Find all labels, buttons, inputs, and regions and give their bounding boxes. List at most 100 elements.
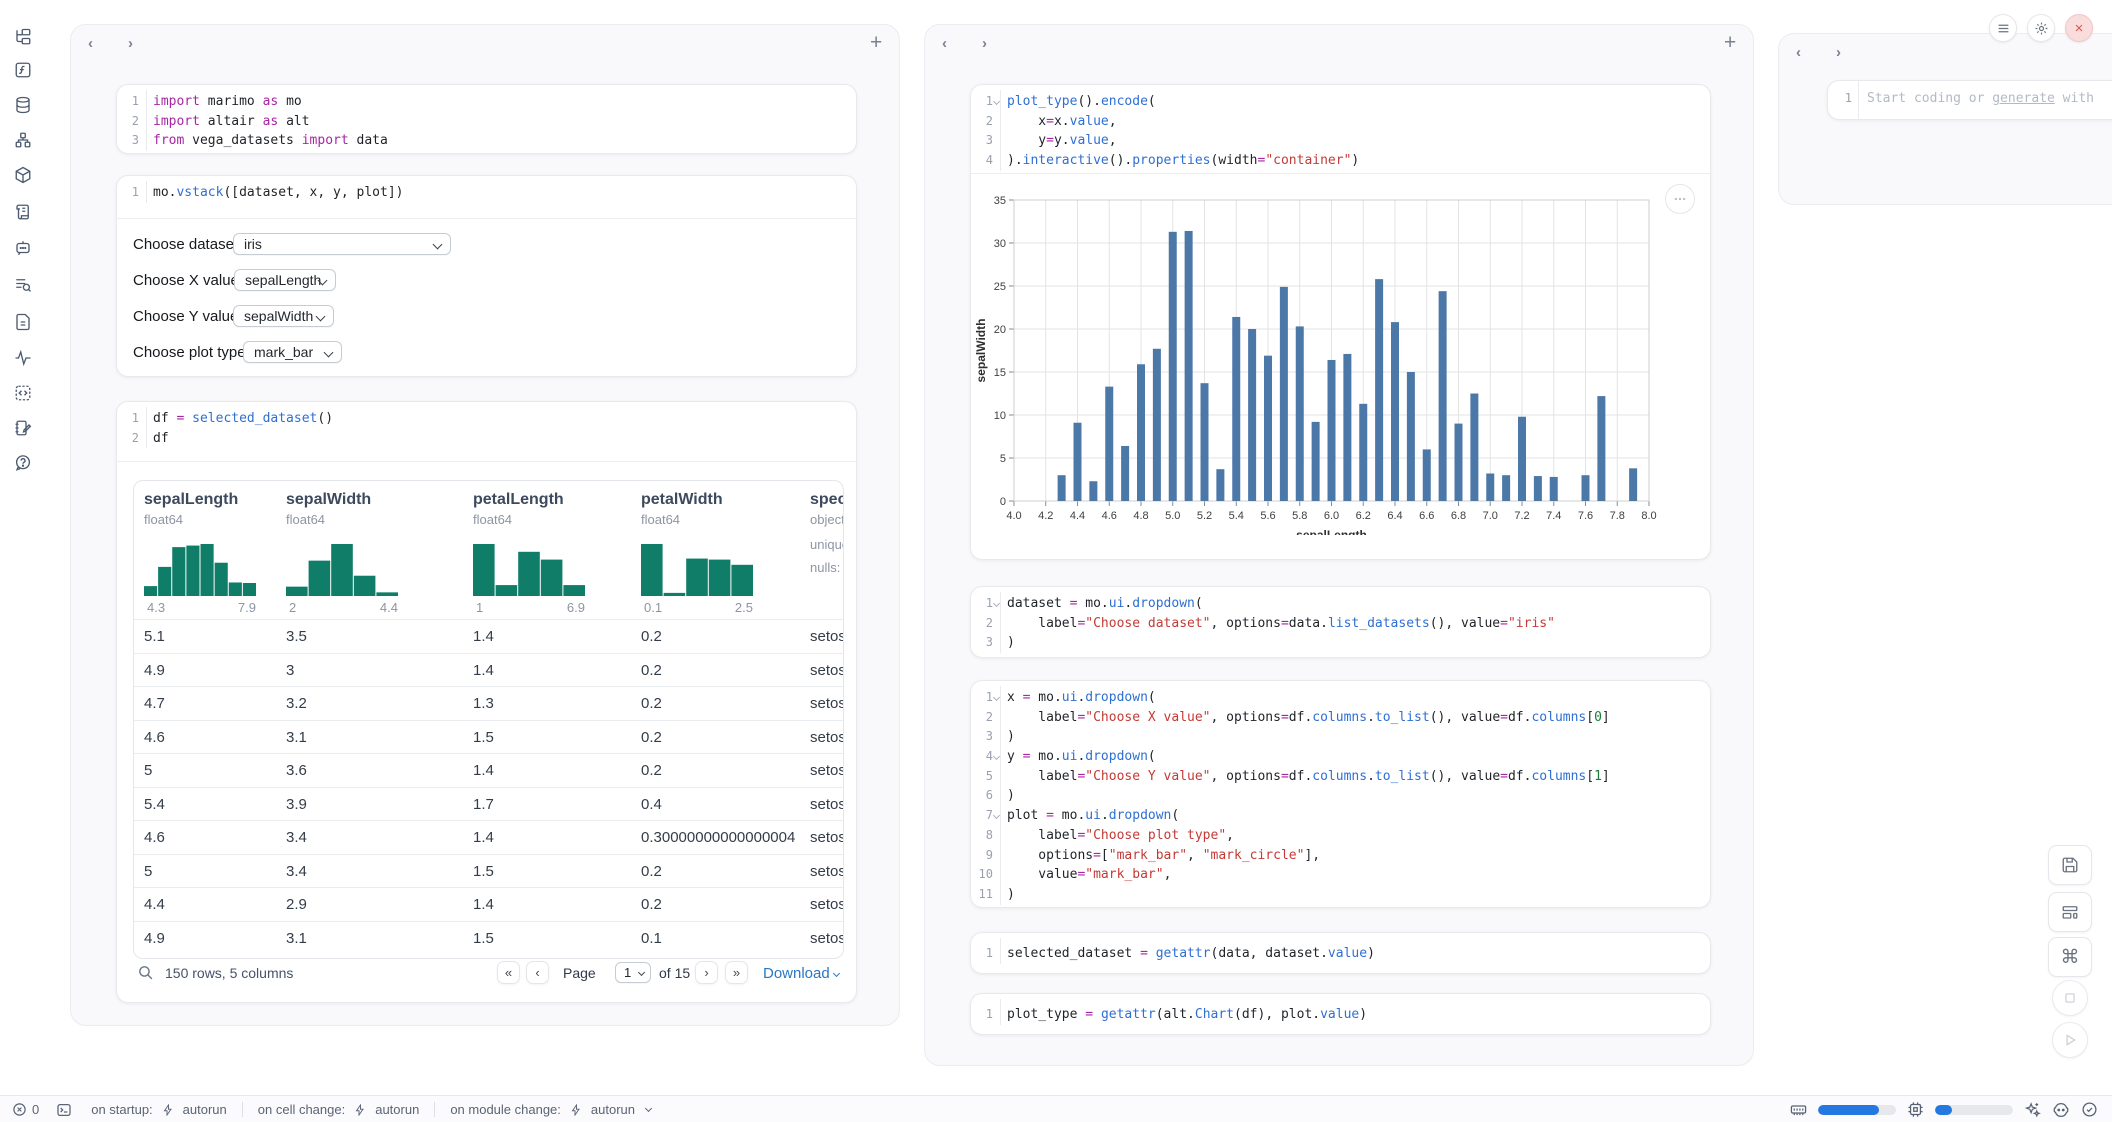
prev-page-button[interactable]: ‹ bbox=[526, 961, 549, 984]
stop-button[interactable] bbox=[2052, 980, 2088, 1016]
line-number: 10 bbox=[971, 865, 993, 885]
database-icon[interactable] bbox=[14, 96, 32, 114]
snippets-icon[interactable] bbox=[14, 384, 32, 402]
documentation-icon[interactable] bbox=[14, 313, 32, 331]
controls-code[interactable]: 1x = mo.ui.dropdown(2 label="Choose X va… bbox=[971, 681, 1710, 908]
search-icon[interactable] bbox=[137, 964, 154, 981]
x-value-select[interactable]: sepalLength bbox=[234, 269, 336, 291]
variables-search-icon[interactable] bbox=[14, 276, 32, 294]
shortcuts-button[interactable]: ⌘ bbox=[2048, 937, 2092, 977]
line-number: 3 bbox=[971, 633, 993, 653]
fold-chevron-icon[interactable] bbox=[993, 812, 1000, 819]
plot-code[interactable]: 1plot_type().encode(2 x=x.value,3 y=y.va… bbox=[971, 85, 1710, 176]
imports-cell[interactable]: 1import marimo as mo2import altair as al… bbox=[116, 84, 857, 154]
table-row[interactable]: 53.41.50.2setosa bbox=[134, 854, 843, 889]
table-row[interactable]: 5.43.91.70.4setosa bbox=[134, 787, 843, 822]
dataframe-code[interactable]: 1df = selected_dataset()2df bbox=[117, 402, 856, 453]
fold-chevron-icon[interactable] bbox=[993, 694, 1000, 701]
help-icon[interactable] bbox=[14, 454, 32, 472]
errors-button[interactable]: 0 bbox=[12, 1102, 39, 1117]
svg-text:30: 30 bbox=[994, 238, 1006, 250]
column-header[interactable]: sepalLength bbox=[144, 491, 238, 509]
on-cell-change-value[interactable]: autorun bbox=[375, 1102, 419, 1117]
layout-button[interactable] bbox=[2048, 892, 2092, 932]
ai-button[interactable] bbox=[2024, 1101, 2041, 1118]
last-page-button[interactable]: » bbox=[725, 961, 748, 984]
save-button[interactable] bbox=[2048, 845, 2092, 885]
close-button[interactable]: × bbox=[2065, 14, 2093, 42]
imports-code[interactable]: 1import marimo as mo2import altair as al… bbox=[117, 85, 856, 154]
column-type: float64 bbox=[641, 512, 680, 527]
plot-cell[interactable]: 1plot_type().encode(2 x=x.value,3 y=y.va… bbox=[970, 84, 1711, 560]
fold-chevron-icon[interactable] bbox=[993, 753, 1000, 760]
first-page-button[interactable]: « bbox=[497, 961, 520, 984]
table-row[interactable]: 4.93.11.50.1setosa bbox=[134, 921, 843, 956]
svg-text:5.8: 5.8 bbox=[1292, 510, 1307, 522]
on-startup-value[interactable]: autorun bbox=[183, 1102, 227, 1117]
chevron-down-icon bbox=[324, 348, 334, 358]
dataset-dropdown-cell[interactable]: 1dataset = mo.ui.dropdown(2 label="Choos… bbox=[970, 586, 1711, 658]
table-row[interactable]: 4.63.11.50.2setosa bbox=[134, 720, 843, 755]
controls-code-cell[interactable]: 1x = mo.ui.dropdown(2 label="Choose X va… bbox=[970, 680, 1711, 908]
left-column-next-button[interactable]: › bbox=[128, 35, 133, 52]
page-select[interactable]: 1 bbox=[615, 962, 651, 983]
svg-text:7.4: 7.4 bbox=[1546, 510, 1561, 522]
connection-status-button[interactable] bbox=[2081, 1101, 2098, 1118]
right-column-next-button[interactable]: › bbox=[1836, 44, 1841, 61]
middle-column-add-cell-button[interactable]: + bbox=[1724, 33, 1736, 53]
svg-text:0: 0 bbox=[1000, 496, 1006, 508]
function-icon[interactable] bbox=[14, 61, 32, 79]
generate-link[interactable]: generate bbox=[1992, 91, 2055, 106]
altair-bar-chart[interactable]: 4.04.24.44.64.85.05.25.45.65.86.06.26.46… bbox=[971, 179, 1711, 535]
dataframe-cell[interactable]: 1df = selected_dataset()2df sepalLength f… bbox=[116, 401, 857, 1003]
middle-column-next-button[interactable]: › bbox=[982, 35, 987, 52]
right-column-prev-button[interactable]: ‹ bbox=[1796, 44, 1801, 61]
column-header[interactable]: sepalWidth bbox=[286, 491, 371, 509]
y-value-select[interactable]: sepalWidth bbox=[233, 305, 334, 327]
fold-chevron-icon[interactable] bbox=[993, 600, 1000, 607]
svg-text:7.6: 7.6 bbox=[1578, 510, 1593, 522]
chat-icon[interactable] bbox=[14, 239, 32, 257]
next-page-button[interactable]: › bbox=[695, 961, 718, 984]
fold-chevron-icon[interactable] bbox=[993, 98, 1000, 105]
menu-button[interactable] bbox=[1989, 14, 2017, 42]
line-number: 2 bbox=[117, 429, 139, 449]
plot-type-cell[interactable]: 1plot_type = getattr(alt.Chart(df), plot… bbox=[970, 993, 1711, 1035]
column-header[interactable]: petalLength bbox=[473, 491, 564, 509]
table-row[interactable]: 4.931.40.2setosa bbox=[134, 653, 843, 688]
settings-button[interactable] bbox=[2027, 14, 2055, 42]
svg-text:4.4: 4.4 bbox=[1070, 510, 1085, 522]
plot-type-select[interactable]: mark_bar bbox=[243, 341, 342, 363]
logs-icon[interactable] bbox=[14, 203, 32, 221]
download-button[interactable]: Download bbox=[763, 965, 839, 982]
left-column-prev-button[interactable]: ‹ bbox=[88, 35, 93, 52]
plot-type-code[interactable]: 1plot_type = getattr(alt.Chart(df), plot… bbox=[971, 994, 1710, 1030]
vstack-cell[interactable]: 1mo.vstack([dataset, x, y, plot]) Choose… bbox=[116, 175, 857, 377]
on-module-change-value[interactable]: autorun bbox=[591, 1102, 635, 1117]
table-row[interactable]: 5.13.51.40.2setosa bbox=[134, 619, 843, 654]
run-button[interactable] bbox=[2052, 1022, 2088, 1058]
selected-dataset-cell[interactable]: 1selected_dataset = getattr(data, datase… bbox=[970, 932, 1711, 974]
chart-menu-button[interactable] bbox=[1665, 184, 1695, 214]
terminal-button[interactable] bbox=[56, 1102, 72, 1118]
table-row[interactable]: 4.42.91.40.2setosa bbox=[134, 887, 843, 922]
dataset-dropdown-code[interactable]: 1dataset = mo.ui.dropdown(2 label="Choos… bbox=[971, 587, 1710, 658]
table-row[interactable]: 53.61.40.2setosa bbox=[134, 753, 843, 788]
svg-text:15: 15 bbox=[994, 367, 1006, 379]
tracing-icon[interactable] bbox=[14, 349, 32, 367]
column-header[interactable]: species bbox=[810, 491, 844, 509]
column-header[interactable]: petalWidth bbox=[641, 491, 723, 509]
packages-icon[interactable] bbox=[14, 166, 32, 184]
scratchpad-icon[interactable] bbox=[14, 419, 32, 437]
dependency-graph-icon[interactable] bbox=[14, 131, 32, 149]
middle-column-prev-button[interactable]: ‹ bbox=[942, 35, 947, 52]
table-row[interactable]: 4.63.41.40.30000000000000004setosa bbox=[134, 820, 843, 855]
file-tree-icon[interactable] bbox=[14, 28, 32, 46]
vstack-code[interactable]: 1mo.vstack([dataset, x, y, plot]) bbox=[117, 176, 856, 208]
dataset-select[interactable]: iris bbox=[233, 233, 451, 255]
left-column-add-cell-button[interactable]: + bbox=[870, 33, 882, 53]
selected-dataset-code[interactable]: 1selected_dataset = getattr(data, datase… bbox=[971, 933, 1710, 969]
new-cell-editor[interactable]: 1 Start coding or generate with bbox=[1827, 80, 2112, 120]
table-row[interactable]: 4.73.21.30.2setosa bbox=[134, 686, 843, 721]
copilot-button[interactable] bbox=[2052, 1101, 2070, 1119]
